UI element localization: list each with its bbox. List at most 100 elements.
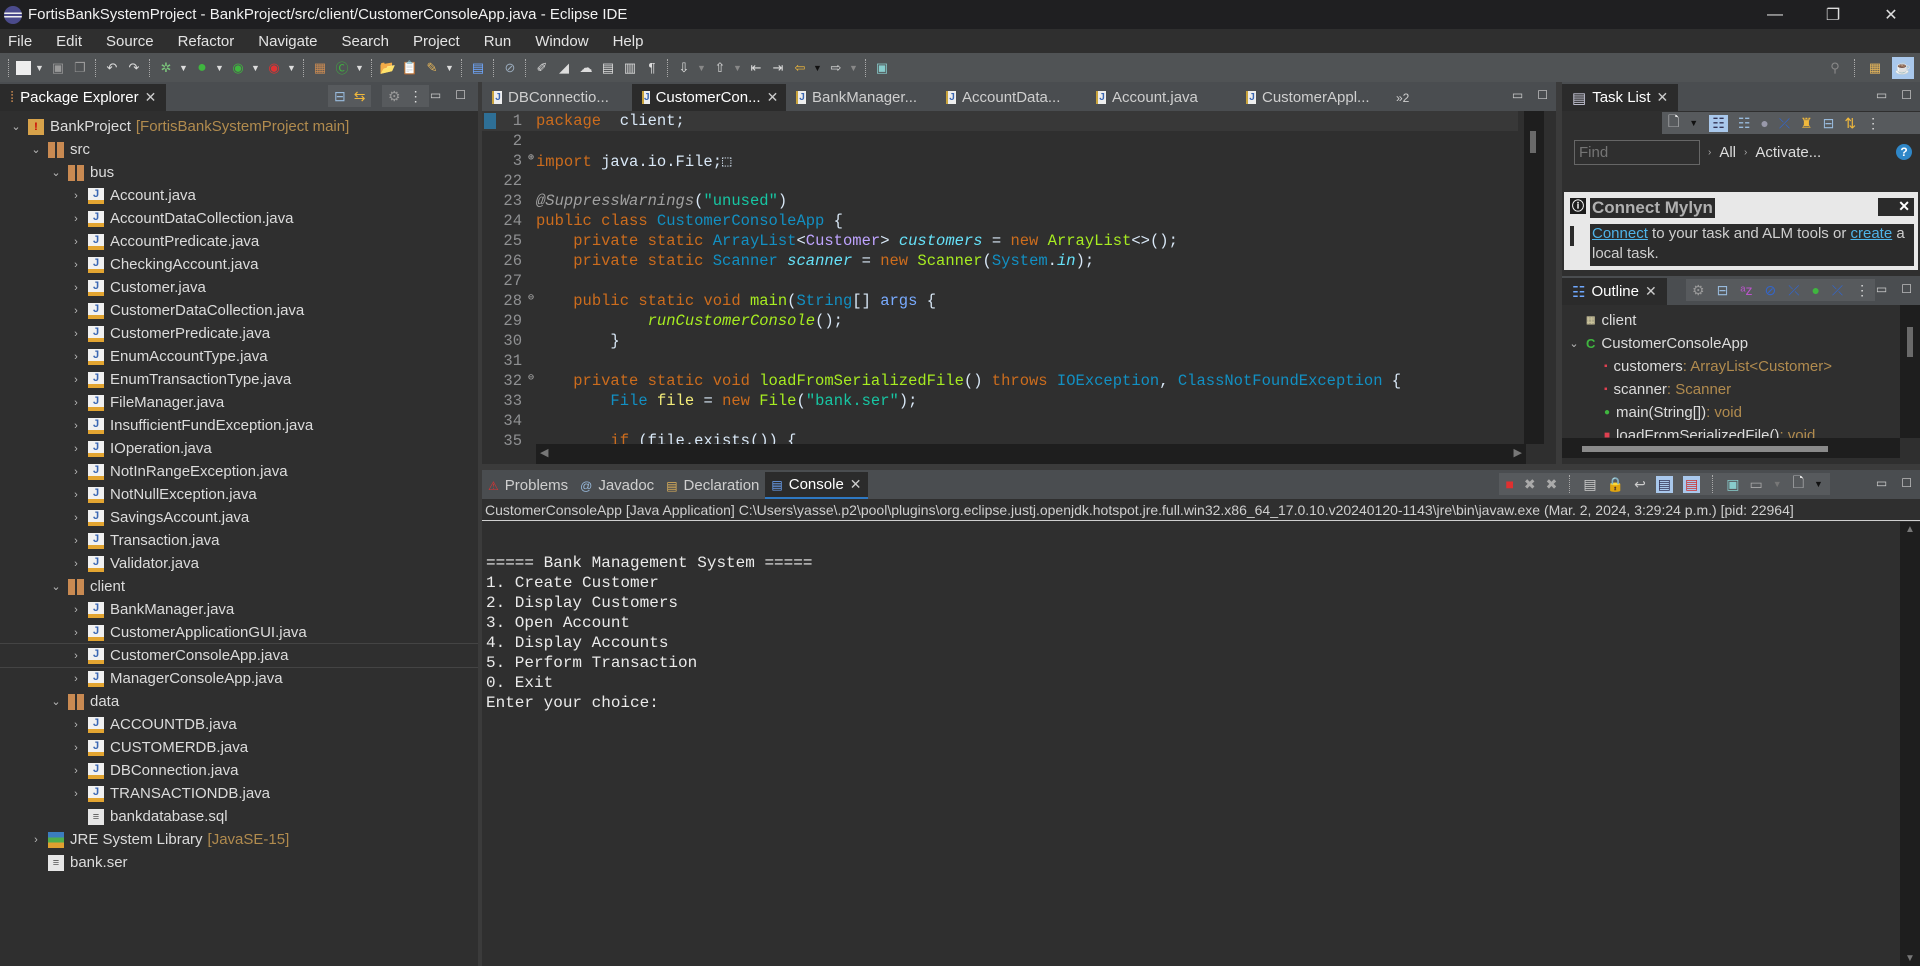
tab-javadoc[interactable]: @ Javadoc <box>574 472 660 499</box>
focus-icon[interactable]: ⚙ <box>1692 282 1705 299</box>
collapsed-chevron-icon[interactable]: › <box>68 765 84 777</box>
outline-item[interactable]: ■ loadFromSerializedFile() : void <box>1562 424 1900 438</box>
tree-item[interactable]: › J TRANSACTIONDB.java <box>0 782 478 805</box>
editor-tab[interactable]: J BankManager... <box>786 84 936 111</box>
show-console-on-stdout-icon[interactable]: ▤ <box>1655 475 1674 493</box>
last-edit-location-icon[interactable]: ⇤ <box>747 59 765 77</box>
terminate-icon[interactable]: ■ <box>1505 476 1513 492</box>
tree-item[interactable]: › J Validator.java <box>0 552 478 575</box>
new-class-icon[interactable]: Ⓒ <box>333 59 351 77</box>
collapsed-chevron-icon[interactable]: › <box>68 443 84 455</box>
collapsed-chevron-icon[interactable]: › <box>68 420 84 432</box>
new-task-icon[interactable]: 🗋 <box>1668 111 1679 135</box>
menu-search[interactable]: Search <box>341 33 389 50</box>
collapsed-chevron-icon[interactable]: › <box>68 742 84 754</box>
menu-project[interactable]: Project <box>413 33 460 50</box>
collapsed-chevron-icon[interactable]: › <box>68 466 84 478</box>
collapsed-chevron-icon[interactable]: › <box>68 213 84 225</box>
tree-item[interactable]: › J CustomerConsoleApp.java <box>0 643 479 668</box>
collapsed-chevron-icon[interactable]: › <box>68 535 84 547</box>
tree-item[interactable]: ⌄ src <box>0 138 478 161</box>
new-icon[interactable] <box>16 60 31 75</box>
maximize-panel-icon[interactable]: ☐ <box>1901 476 1912 490</box>
java-perspective-icon[interactable]: ☕ <box>1892 57 1914 79</box>
word-wrap-icon[interactable]: ↩ <box>1634 476 1646 493</box>
view-menu-icon[interactable]: ⋮ <box>1855 282 1869 299</box>
focus-icon[interactable]: ⚙ <box>388 88 401 105</box>
close-button[interactable]: ✕ <box>1862 0 1920 29</box>
debug-dropdown-icon[interactable]: ▼ <box>179 63 189 73</box>
collapsed-chevron-icon[interactable]: › <box>68 351 84 363</box>
tree-item[interactable]: ⌄! BankProject [FortisBankSystemProject ma… <box>0 115 478 138</box>
search-tool-icon[interactable]: ✎ <box>423 59 441 77</box>
outline-item[interactable]: ● main(String[]) : void <box>1562 401 1900 424</box>
redo-icon[interactable]: ↷ <box>125 59 143 77</box>
collapse-all-icon[interactable]: ⊟ <box>1717 282 1729 299</box>
collapsed-chevron-icon[interactable]: › <box>68 282 84 294</box>
collapsed-chevron-icon[interactable]: › <box>68 673 84 685</box>
tree-item[interactable]: › J ManagerConsoleApp.java <box>0 667 478 690</box>
scroll-thumb[interactable] <box>1530 131 1536 153</box>
collapsed-chevron-icon[interactable]: › <box>68 397 84 409</box>
minimize-panel-icon[interactable]: ▭ <box>1876 88 1887 102</box>
search-icon[interactable]: ⚲ <box>1826 59 1844 77</box>
tree-item[interactable]: › J InsufficientFundException.java <box>0 414 478 437</box>
show-ui-legend-icon[interactable]: ♜ <box>1800 115 1813 132</box>
editor-horizontal-scrollbar[interactable]: ◀ ▶ <box>536 444 1526 464</box>
outline-vertical-scrollbar[interactable] <box>1900 305 1920 438</box>
connect-link[interactable]: Connect <box>1592 225 1648 242</box>
link-with-editor-icon[interactable]: ⇆ <box>354 88 366 105</box>
open-perspective-icon[interactable]: ▦ <box>1866 59 1884 77</box>
tree-item[interactable]: › J IOperation.java <box>0 437 478 460</box>
tab-console[interactable]: ▤ Console ✕ <box>765 472 868 499</box>
maximize-panel-icon[interactable]: ☐ <box>1901 88 1912 102</box>
external-tools-dropdown-icon[interactable]: ▼ <box>287 63 297 73</box>
scheduled-icon[interactable]: ☷ <box>1738 115 1751 132</box>
tab-problems[interactable]: ⚠ Problems <box>482 472 574 499</box>
tree-item[interactable]: ⌄ client <box>0 575 478 598</box>
close-tab-icon[interactable]: ✕ <box>1657 89 1669 106</box>
prev-annotation-icon[interactable]: ⇧ <box>711 59 729 77</box>
maximize-panel-icon[interactable]: ☐ <box>1901 282 1912 296</box>
editor-tab[interactable]: J CustomerCon... ✕ <box>632 84 786 111</box>
collapsed-chevron-icon[interactable]: › <box>68 650 84 662</box>
save-all-icon[interactable]: ❐ <box>71 59 89 77</box>
tree-item[interactable]: › J NotInRangeException.java <box>0 460 478 483</box>
hide-static-icon[interactable]: ⤫ <box>1788 282 1799 299</box>
new-dropdown-icon[interactable]: ▼ <box>35 63 45 73</box>
minimize-panel-icon[interactable]: ▭ <box>430 88 441 102</box>
scroll-up-icon[interactable]: ▲ <box>1905 524 1915 535</box>
tree-item[interactable]: › J CustomerPredicate.java <box>0 322 478 345</box>
console-output[interactable]: ===== Bank Management System ===== 1. Cre… <box>482 522 1900 966</box>
minimize-editor-icon[interactable]: ▭ <box>1512 88 1523 102</box>
show-source-icon[interactable]: ▥ <box>621 59 639 77</box>
remove-all-terminated-icon[interactable]: ✖ <box>1546 476 1558 493</box>
minimize-panel-icon[interactable]: ▭ <box>1876 282 1887 296</box>
maximize-editor-icon[interactable]: ☐ <box>1537 88 1548 102</box>
pilcrow-icon[interactable]: ¶ <box>643 59 661 77</box>
collapse-fold-icon[interactable]: ⊖ <box>528 372 534 384</box>
collapsed-chevron-icon[interactable]: › <box>68 259 84 271</box>
menu-run[interactable]: Run <box>484 33 512 50</box>
close-notice-button[interactable]: ✕ <box>1878 198 1914 216</box>
menu-refactor[interactable]: Refactor <box>178 33 235 50</box>
focus-workweek-icon[interactable]: ● <box>1760 115 1768 131</box>
new-package-icon[interactable]: ▦ <box>311 59 329 77</box>
tree-item[interactable]: › J EnumAccountType.java <box>0 345 478 368</box>
external-tools-icon[interactable]: ◉ <box>265 59 283 77</box>
save-icon[interactable]: ▣ <box>49 59 67 77</box>
outline-item[interactable]: ▪ scanner : Scanner <box>1562 378 1900 401</box>
tree-item[interactable]: › J ACCOUNTDB.java <box>0 713 478 736</box>
view-menu-icon[interactable]: ⋮ <box>409 88 423 105</box>
coverage-dropdown-icon[interactable]: ▼ <box>251 63 261 73</box>
pin-console-icon[interactable]: ▣ <box>1726 476 1739 493</box>
tab-outline[interactable]: ☷ Outline ✕ <box>1562 278 1667 305</box>
collapsed-chevron-icon[interactable]: › <box>28 834 44 846</box>
mark-occurrences-icon[interactable]: ✐ <box>533 59 551 77</box>
close-tab-icon[interactable]: ✕ <box>145 89 157 106</box>
tree-item[interactable]: › J SavingsAccount.java <box>0 506 478 529</box>
outline-item[interactable]: ⌄ C CustomerConsoleApp <box>1562 332 1900 355</box>
restore-button[interactable]: ❐ <box>1804 0 1862 29</box>
editor-tab[interactable]: J CustomerAppl... <box>1236 84 1386 111</box>
collapsed-chevron-icon[interactable]: › <box>68 788 84 800</box>
